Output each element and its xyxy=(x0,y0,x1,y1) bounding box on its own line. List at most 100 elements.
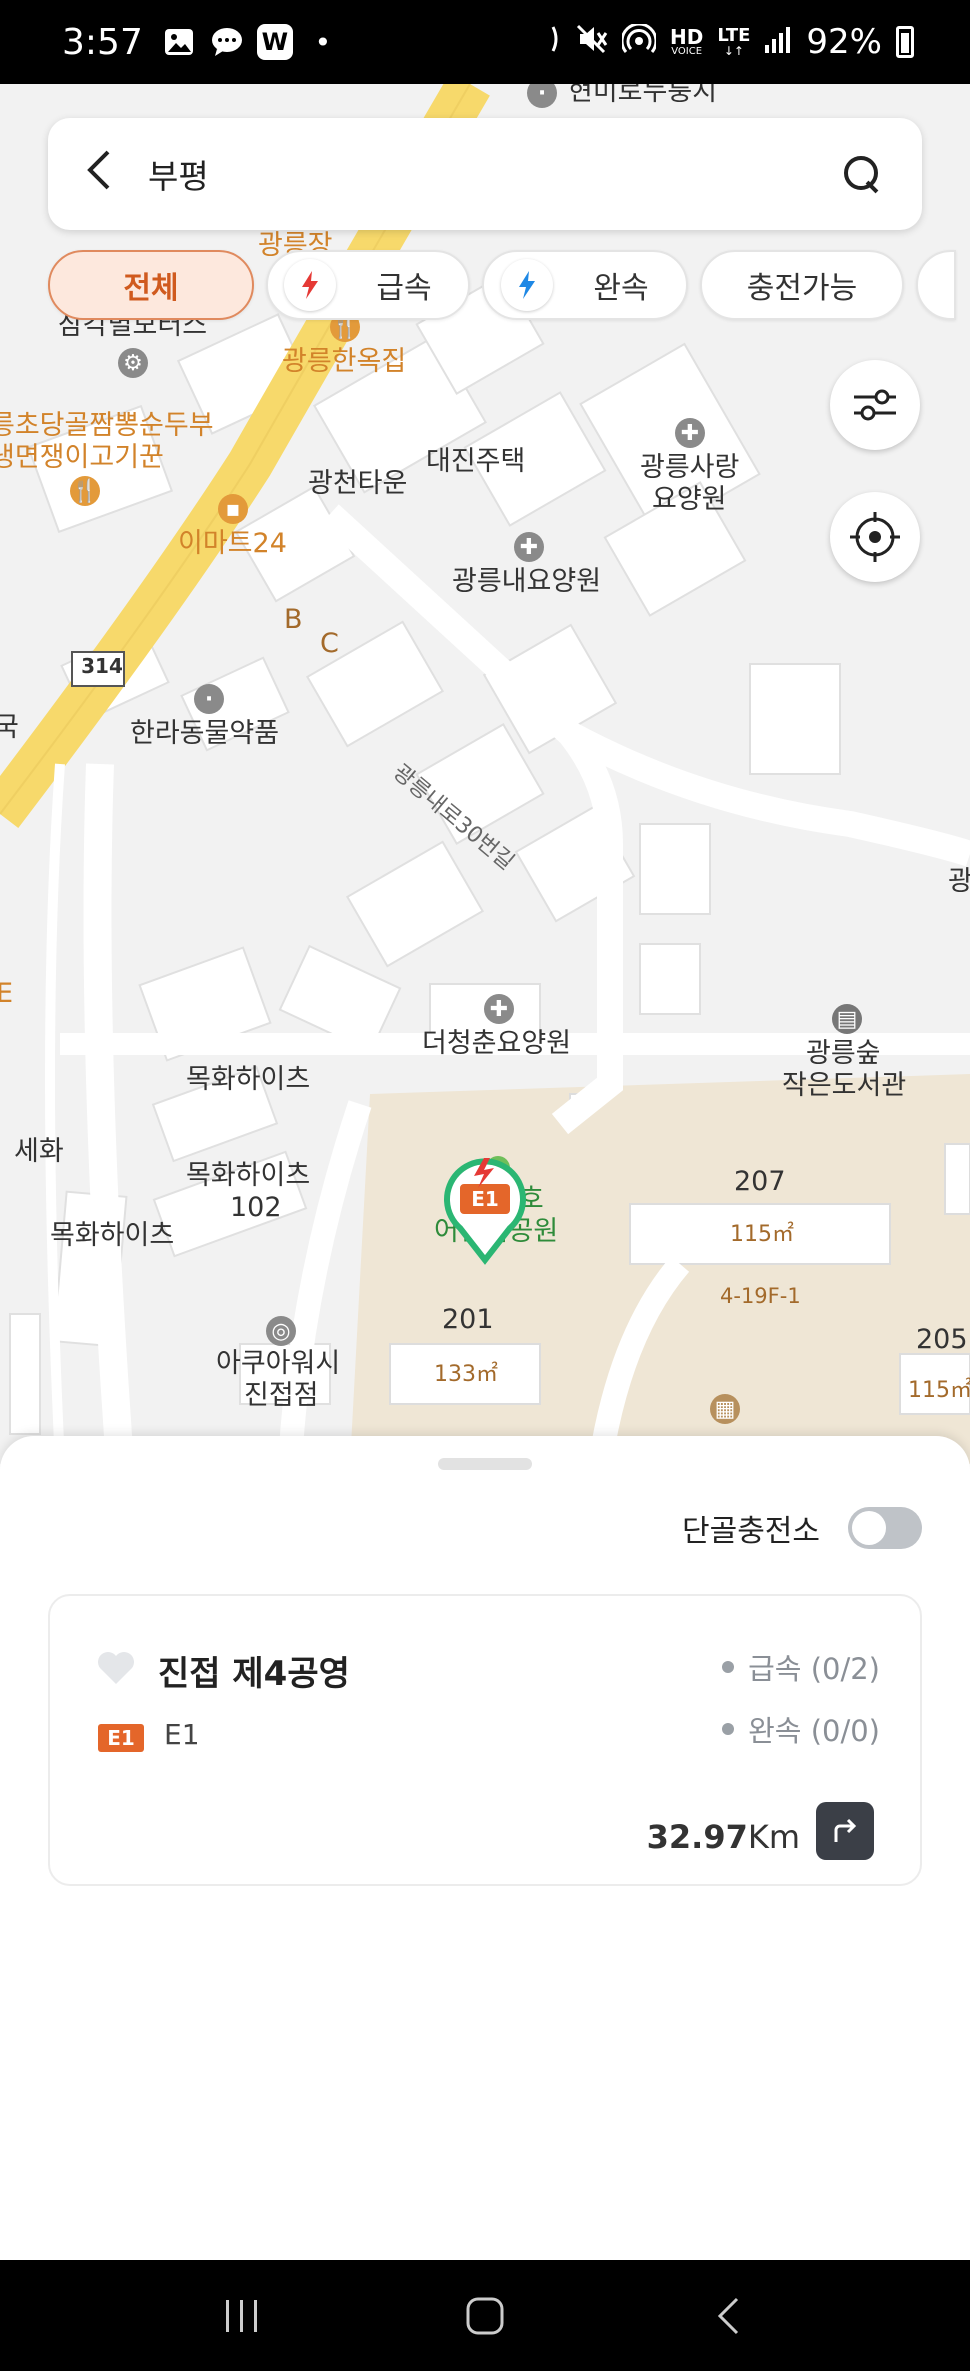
filter-settings-button[interactable] xyxy=(830,360,920,450)
car-service-icon[interactable]: ⚙ xyxy=(118,348,148,378)
map-label-207[interactable]: 207 xyxy=(734,1166,786,1198)
map-label-area-133: 133㎡ xyxy=(434,1362,498,1387)
hospital-icon[interactable]: ✚ xyxy=(514,532,544,562)
sliders-icon xyxy=(854,389,896,421)
map-label-sarang-1[interactable]: 광릉사랑 xyxy=(640,452,739,484)
heart-icon[interactable] xyxy=(96,1650,136,1690)
map-label-205[interactable]: 205 xyxy=(916,1324,968,1356)
marker-brand-label: E1 xyxy=(471,1187,499,1211)
fast-charger-text: 급속 (0/2) xyxy=(748,1652,880,1686)
filter-chip-available[interactable]: 충전가능 xyxy=(700,250,904,320)
map-label-forest-lib-1[interactable]: 광릉숲 xyxy=(806,1038,881,1070)
brand-badge: E1 xyxy=(98,1724,144,1752)
mute-icon xyxy=(576,24,608,61)
filter-chip-all[interactable]: 전체 xyxy=(48,250,254,320)
search-query[interactable]: 부평 xyxy=(148,150,842,198)
status-bar: 3:57 W • HD VOICE LTE ↓↑ 92% xyxy=(0,0,970,84)
status-time: 3:57 xyxy=(62,21,143,63)
map-label-handong[interactable]: 한라동물약품 xyxy=(130,718,279,750)
my-location-button[interactable] xyxy=(830,492,920,582)
filter-chip-all-label: 전체 xyxy=(123,271,179,306)
favorite-toggle-row: 단골충전소 xyxy=(682,1506,922,1550)
bottom-sheet: 단골충전소 진접 제4공영 E1 E1 급속 (0/2) 완속 (0/0) 32… xyxy=(0,1436,970,2260)
search-icon[interactable] xyxy=(842,154,882,194)
map-label-chodang-2[interactable]: 냉면쟁이고기꾼 xyxy=(0,442,164,474)
store-icon[interactable]: · xyxy=(194,684,224,714)
recent-apps-icon[interactable] xyxy=(212,2286,272,2346)
home-icon[interactable] xyxy=(455,2286,515,2346)
hospital-icon[interactable]: ✚ xyxy=(675,418,705,448)
apartment-office-icon[interactable]: ▦ xyxy=(710,1394,740,1424)
voice-label: VOICE xyxy=(671,46,703,57)
map-label-gwangcheon[interactable]: 광천타운 xyxy=(308,468,407,500)
dot-icon: • xyxy=(314,25,332,59)
status-dot-icon xyxy=(722,1661,735,1673)
favorite-toggle-switch[interactable] xyxy=(848,1507,922,1549)
turn-right-icon xyxy=(834,1818,857,1842)
map-label-hyeonmiro[interactable]: 현미로누룽지 xyxy=(568,84,717,108)
hotspot-icon xyxy=(620,22,658,61)
lightning-red-icon xyxy=(284,259,337,311)
map-label-gwang-right[interactable]: 광 xyxy=(948,866,970,898)
hospital-icon[interactable]: ✚ xyxy=(484,994,514,1024)
map-label-deochung[interactable]: 더청춘요양원 xyxy=(422,1028,571,1060)
status-dot-icon xyxy=(722,1723,735,1735)
filter-chips: 전체 급속 완속 충전가능 xyxy=(48,250,956,320)
charging-station-marker[interactable]: E1 xyxy=(440,1156,530,1266)
chat-icon xyxy=(209,24,245,60)
filter-chip-fast[interactable]: 급속 xyxy=(266,250,470,320)
distance-unit: Km xyxy=(747,1818,800,1856)
slow-charger-status: 완속 (0/0) xyxy=(722,1708,880,1750)
fast-charger-status: 급속 (0/2) xyxy=(722,1646,880,1688)
lte-label: LTE xyxy=(717,25,751,46)
sheet-drag-handle[interactable] xyxy=(438,1458,532,1470)
signal-icon xyxy=(764,25,792,60)
filter-chip-fast-label: 급속 xyxy=(376,271,432,306)
map-label-b[interactable]: B xyxy=(284,604,303,636)
filter-chip-slow[interactable]: 완속 xyxy=(482,250,688,320)
filter-chip-available-label: 충전가능 xyxy=(746,271,858,306)
car-wash-icon[interactable]: ◎ xyxy=(266,1316,296,1346)
map-label-mokhwa-1[interactable]: 목화하이츠 xyxy=(186,1064,310,1096)
directions-button[interactable] xyxy=(816,1802,874,1860)
lte-arrows-icon: ↓↑ xyxy=(723,44,744,58)
map-label-mokhwa-3[interactable]: 목화하이츠 xyxy=(50,1220,174,1252)
map-label-forest-lib-2[interactable]: 작은도서관 xyxy=(782,1070,906,1102)
back-arrow-icon[interactable] xyxy=(84,148,112,200)
map-label-sarang-2[interactable]: 요양원 xyxy=(652,484,727,516)
favorite-toggle-label: 단골충전소 xyxy=(682,1514,820,1549)
map-label-mokhwa-102a[interactable]: 목화하이츠 xyxy=(186,1160,310,1192)
library-icon[interactable]: ▤ xyxy=(832,1004,862,1034)
station-distance: 32.97Km xyxy=(647,1818,800,1856)
map-label-gwangreung-hanok[interactable]: 광릉한옥집 xyxy=(282,346,406,378)
map-label-sehwa[interactable]: 세화 xyxy=(14,1136,64,1168)
hd-label: HD xyxy=(670,25,704,49)
back-icon[interactable] xyxy=(698,2286,758,2346)
hd-voice-indicator: HD VOICE xyxy=(670,27,703,57)
brand-name: E1 xyxy=(164,1718,200,1751)
filter-chip-slow-label: 완속 xyxy=(593,271,649,306)
map-label-emart24[interactable]: 이마트24 xyxy=(178,528,287,560)
convenience-store-icon[interactable]: ▪ xyxy=(218,494,248,524)
crosshair-icon xyxy=(850,512,900,562)
map-label-201[interactable]: 201 xyxy=(442,1304,494,1336)
map-label-e-left[interactable]: E xyxy=(0,978,13,1010)
map-label-mokhwa-102b[interactable]: 102 xyxy=(230,1192,282,1224)
restaurant-icon[interactable]: 🍴 xyxy=(70,476,100,506)
lte-indicator: LTE ↓↑ xyxy=(717,25,751,58)
station-card[interactable]: 진접 제4공영 E1 E1 급속 (0/2) 완속 (0/0) 32.97Km xyxy=(48,1594,922,1886)
slow-charger-text: 완속 (0/0) xyxy=(748,1714,880,1748)
w-app-icon: W xyxy=(256,24,293,60)
map-label-c[interactable]: C xyxy=(320,628,339,660)
map-label-floors: 4-19F-1 xyxy=(720,1284,801,1308)
map-label-naeyoyang[interactable]: 광릉내요양원 xyxy=(452,566,601,598)
map-label-chodang-1[interactable]: 릉초당골짬뽕순두부 xyxy=(0,410,214,442)
system-nav-bar xyxy=(0,2260,970,2371)
map-label-guk[interactable]: 국 xyxy=(0,712,19,744)
station-name: 진접 제4공영 xyxy=(158,1654,350,1694)
distance-value: 32.97 xyxy=(646,1818,748,1856)
map-label-daejin[interactable]: 대진주택 xyxy=(426,446,525,478)
map-label-aqua-1[interactable]: 아쿠아워시 xyxy=(216,1348,340,1380)
map-label-aqua-2[interactable]: 진접점 xyxy=(244,1380,319,1412)
filter-chip-more[interactable] xyxy=(916,250,956,320)
